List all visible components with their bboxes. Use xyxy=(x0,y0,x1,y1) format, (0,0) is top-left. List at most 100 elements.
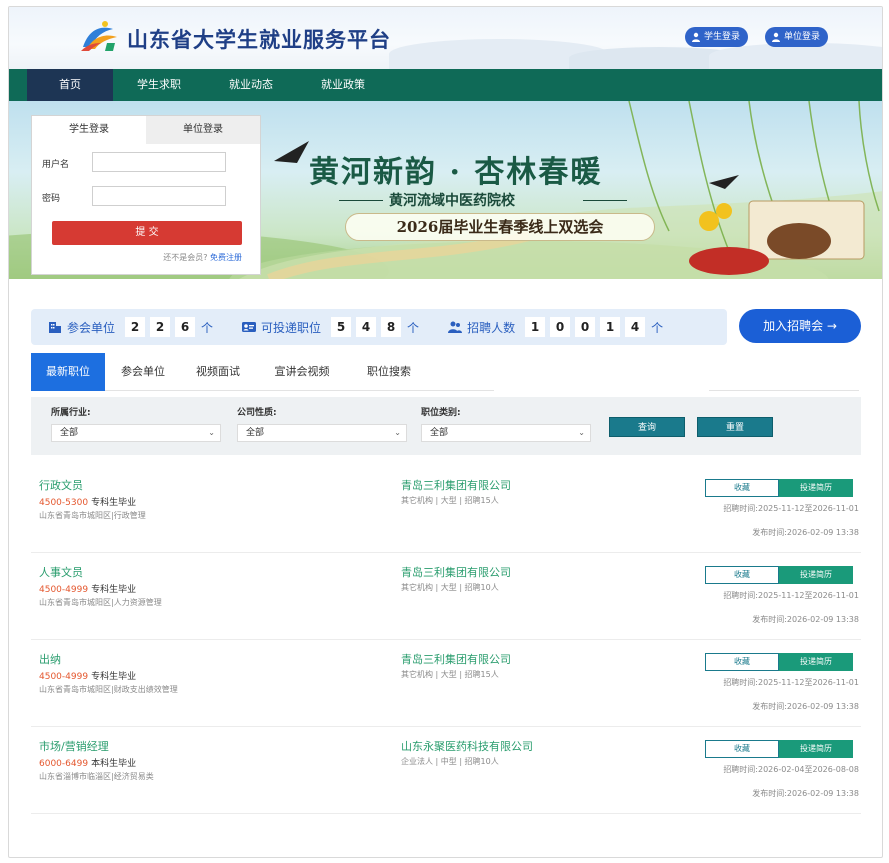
stat-digit: 0 xyxy=(550,317,571,337)
not-member-text: 还不是会员? xyxy=(163,253,208,262)
job-education: 专科生毕业 xyxy=(91,498,137,508)
publish-time: 发布时间:2026-02-09 13:38 xyxy=(752,702,859,711)
filter-nature: 公司性质: 全部 ⌄ xyxy=(237,405,407,442)
favorite-button[interactable]: 收藏 xyxy=(705,566,779,584)
job-title[interactable]: 市场/营销经理 xyxy=(39,738,109,754)
tab-student-login[interactable]: 学生登录 xyxy=(32,116,146,144)
company-meta: 企业法人 | 中型 | 招聘10人 xyxy=(401,757,499,766)
job-title[interactable]: 出纳 xyxy=(39,651,61,667)
tab-employer-login[interactable]: 单位登录 xyxy=(146,116,260,144)
stat-units-label: 参会单位 xyxy=(67,320,116,335)
nature-label: 公司性质: xyxy=(237,408,277,418)
category-select[interactable]: 全部 ⌄ xyxy=(421,424,591,442)
filter-industry: 所属行业: 全部 ⌄ xyxy=(51,405,221,442)
id-card-icon xyxy=(242,322,257,332)
submit-button[interactable]: 提 交 xyxy=(52,221,242,245)
job-salary-line: 6000-6499 本科生毕业 xyxy=(39,756,136,769)
job-row: 行政文员 4500-5300 专科生毕业 山东省青岛市城阳区|行政管理 青岛三利集… xyxy=(31,467,861,553)
job-location: 山东省淄博市临淄区|经济贸易类 xyxy=(39,772,154,781)
banner-title: 黄河新韵 · 杏林春暖 xyxy=(309,155,603,190)
stat-digit: 8 xyxy=(381,317,402,337)
main-nav: 首页 学生求职 就业动态 就业政策 xyxy=(9,69,882,101)
apply-button[interactable]: 投递简历 xyxy=(779,740,853,758)
company-name[interactable]: 青岛三利集团有限公司 xyxy=(401,564,511,580)
username-label: 用户名 xyxy=(42,160,70,170)
job-salary-line: 4500-4999 专科生毕业 xyxy=(39,669,136,682)
query-button[interactable]: 查询 xyxy=(609,417,685,437)
job-actions: 收藏 投递简历 xyxy=(705,566,853,584)
stat-digit: 4 xyxy=(356,317,377,337)
nav-item-policy[interactable]: 就业政策 xyxy=(297,69,389,101)
job-location: 山东省青岛市城阳区|财政支出绩效管理 xyxy=(39,685,178,694)
tab-video-interview[interactable]: 视频面试 xyxy=(181,353,255,391)
login-panel: 学生登录 单位登录 用户名 密码 提 交 还不是会员? 免费注册 xyxy=(31,115,261,275)
employer-login-label: 单位登录 xyxy=(784,32,821,42)
company-name[interactable]: 青岛三利集团有限公司 xyxy=(401,477,511,493)
stat-unit: 个 xyxy=(407,320,420,335)
job-title[interactable]: 行政文员 xyxy=(39,477,83,493)
stat-hires: 招聘人数 1 0 0 1 4 个 xyxy=(447,309,663,345)
stat-unit: 个 xyxy=(201,320,214,335)
job-title[interactable]: 人事文员 xyxy=(39,564,83,580)
job-salary: 4500-4999 xyxy=(39,585,89,595)
password-row: 密码 xyxy=(42,191,60,204)
people-icon xyxy=(448,321,463,333)
nature-select[interactable]: 全部 ⌄ xyxy=(237,424,407,442)
tab-talk-videos[interactable]: 宣讲会视频 xyxy=(255,353,349,391)
employer-login-button[interactable]: 单位登录 xyxy=(765,27,829,47)
recruit-period: 招聘时间:2026-02-04至2026-08-08 xyxy=(723,765,859,774)
nav-item-home[interactable]: 首页 xyxy=(27,69,113,101)
nav-item-job-seeking[interactable]: 学生求职 xyxy=(113,69,205,101)
site-title[interactable]: 山东省大学生就业服务平台 xyxy=(127,24,391,54)
favorite-button[interactable]: 收藏 xyxy=(705,479,779,497)
job-row: 人事文员 4500-4999 专科生毕业 山东省青岛市城阳区|人力资源管理 青岛三… xyxy=(31,554,861,640)
user-icon xyxy=(772,32,780,42)
tab-latest-jobs[interactable]: 最新职位 xyxy=(31,353,105,391)
publish-time: 发布时间:2026-02-09 13:38 xyxy=(752,615,859,624)
company-name[interactable]: 青岛三利集团有限公司 xyxy=(401,651,511,667)
password-field[interactable] xyxy=(92,186,226,206)
company-name[interactable]: 山东永聚医药科技有限公司 xyxy=(401,738,533,754)
stat-digit: 2 xyxy=(150,317,171,337)
recruit-period: 招聘时间:2025-11-12至2026-11-01 xyxy=(723,504,859,513)
join-fair-button[interactable]: 加入招聘会 → xyxy=(739,309,861,343)
job-salary: 6000-6499 xyxy=(39,759,89,769)
job-actions: 收藏 投递简历 xyxy=(705,653,853,671)
industry-label: 所属行业: xyxy=(51,408,91,418)
nav-item-news[interactable]: 就业动态 xyxy=(205,69,297,101)
industry-value: 全部 xyxy=(60,428,79,438)
reset-button[interactable]: 重置 xyxy=(697,417,773,437)
company-meta: 其它机构 | 大型 | 招聘15人 xyxy=(401,496,499,505)
banner-event: 2026届毕业生春季线上双选会 xyxy=(345,213,655,241)
site-logo[interactable] xyxy=(79,19,119,53)
tab-job-search[interactable]: 职位搜索 xyxy=(349,353,429,391)
chevron-down-icon: ⌄ xyxy=(394,428,401,437)
job-education: 本科生毕业 xyxy=(91,759,137,769)
divider xyxy=(583,200,627,201)
stat-digit: 2 xyxy=(125,317,146,337)
industry-select[interactable]: 全部 ⌄ xyxy=(51,424,221,442)
job-salary-line: 4500-4999 专科生毕业 xyxy=(39,582,136,595)
username-field[interactable] xyxy=(92,152,226,172)
site-header: 山东省大学生就业服务平台 学生登录 单位登录 xyxy=(9,7,882,69)
publish-time: 发布时间:2026-02-09 13:38 xyxy=(752,789,859,798)
register-link[interactable]: 免费注册 xyxy=(210,253,242,262)
stat-digit: 4 xyxy=(625,317,646,337)
recruit-period: 招聘时间:2025-11-12至2026-11-01 xyxy=(723,591,859,600)
building-icon xyxy=(49,322,61,333)
filter-bar: 所属行业: 全部 ⌄ 公司性质: 全部 ⌄ 职位类别: 全部 ⌄ 查询 重置 xyxy=(31,397,861,455)
favorite-button[interactable]: 收藏 xyxy=(705,740,779,758)
stat-units: 参会单位 2 2 6 个 xyxy=(47,309,213,345)
job-location: 山东省青岛市城阳区|行政管理 xyxy=(39,511,146,520)
apply-button[interactable]: 投递简历 xyxy=(779,653,853,671)
favorite-button[interactable]: 收藏 xyxy=(705,653,779,671)
student-login-button[interactable]: 学生登录 xyxy=(685,27,749,47)
apply-button[interactable]: 投递简历 xyxy=(779,479,853,497)
divider xyxy=(709,390,859,391)
tab-participants[interactable]: 参会单位 xyxy=(105,353,181,391)
apply-button[interactable]: 投递简历 xyxy=(779,566,853,584)
job-salary: 4500-4999 xyxy=(39,672,89,682)
stat-digit: 6 xyxy=(175,317,196,337)
job-row: 出纳 4500-4999 专科生毕业 山东省青岛市城阳区|财政支出绩效管理 青岛三… xyxy=(31,641,861,727)
chevron-down-icon: ⌄ xyxy=(578,428,585,437)
